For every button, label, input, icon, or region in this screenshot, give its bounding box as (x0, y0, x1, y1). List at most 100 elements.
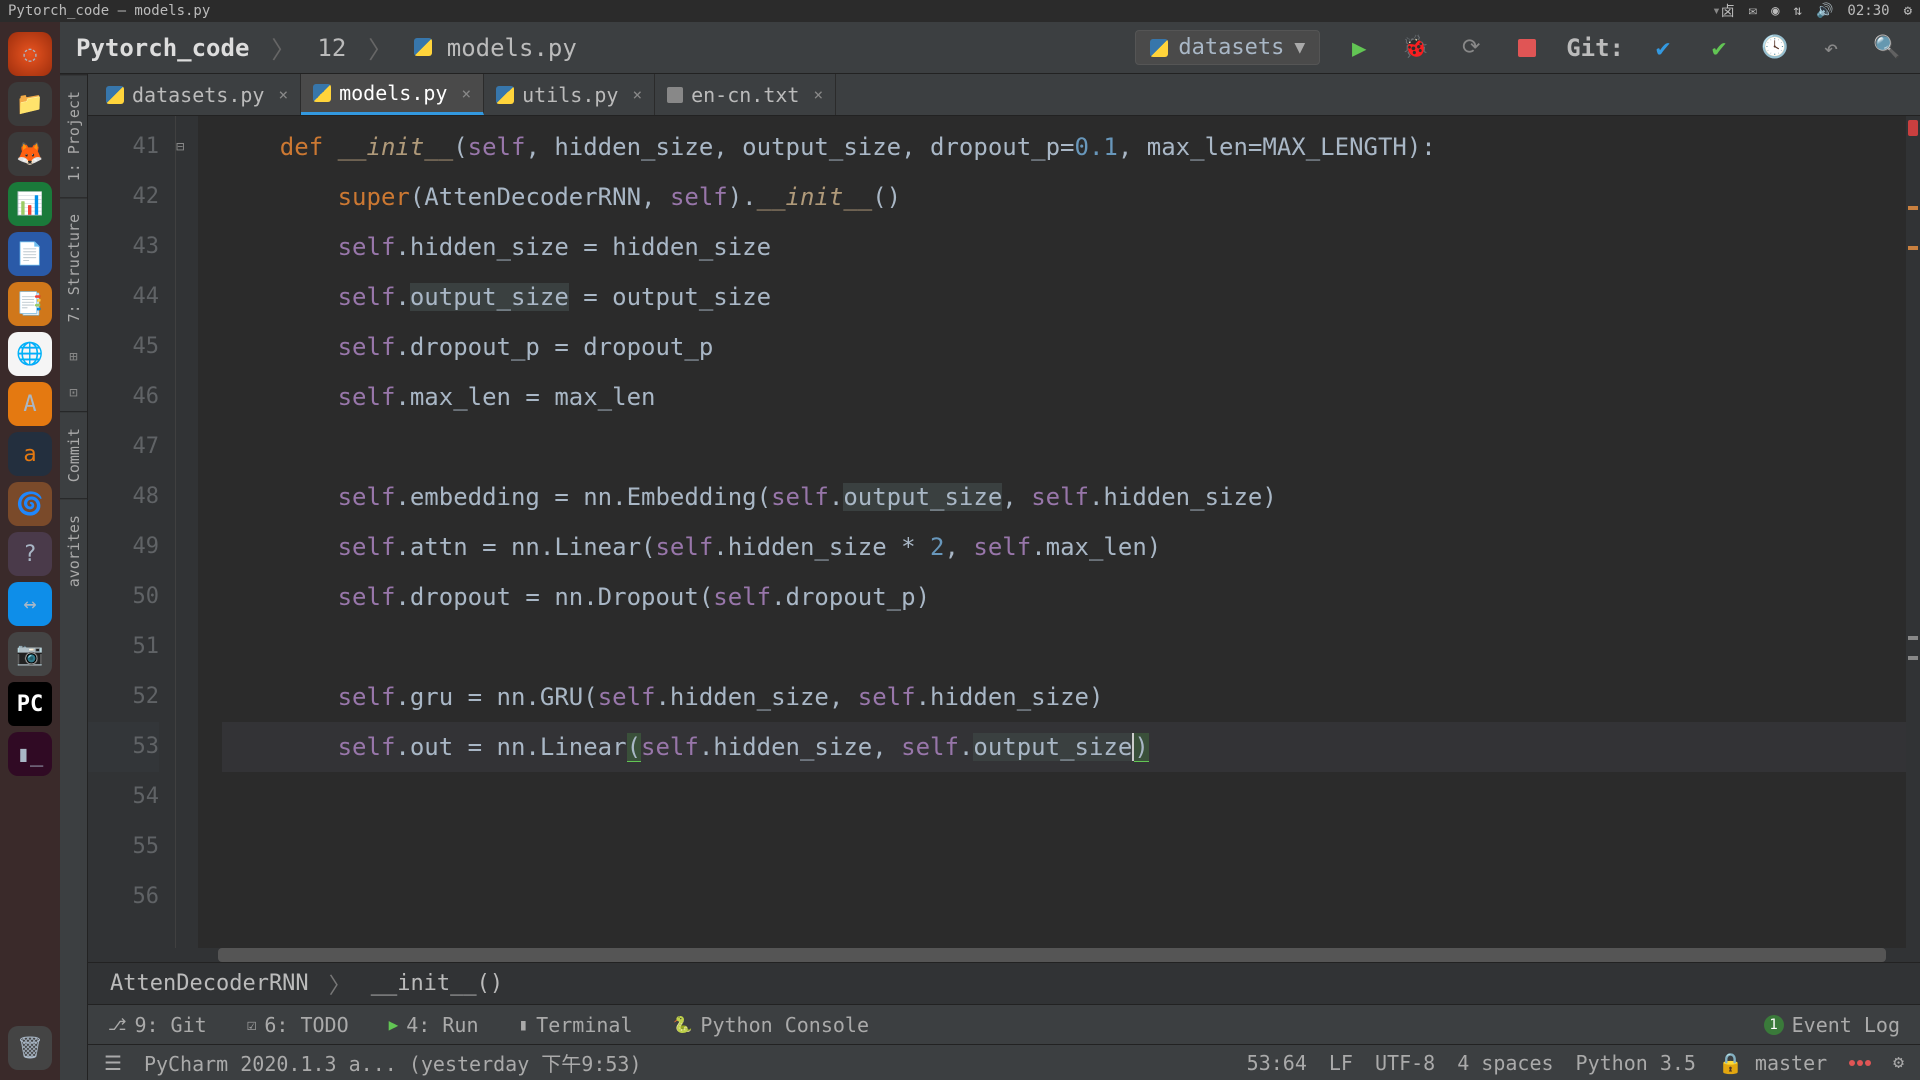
line-gutter[interactable]: 41424344454647484950515253545556 (88, 116, 176, 948)
marker-caret[interactable] (1908, 636, 1918, 640)
dock-teamviewer[interactable]: ↔ (8, 582, 52, 626)
git-branch[interactable]: 🔒 master (1718, 1051, 1827, 1075)
side-tab-project[interactable]: 1: Project (60, 74, 87, 197)
side-tab-icon-2[interactable]: ⊡ (60, 375, 87, 411)
line-number[interactable]: 43 (88, 222, 159, 272)
code-line[interactable]: self.max_len = max_len (222, 372, 1906, 422)
git-rollback-button[interactable]: ↶ (1814, 31, 1848, 65)
code-line[interactable]: self.gru = nn.GRU(self.hidden_size, self… (222, 672, 1906, 722)
close-tab-icon[interactable]: × (278, 85, 288, 104)
input-method-icon[interactable]: 卤 (1721, 1, 1735, 21)
side-tab-favorites[interactable]: avorites (60, 498, 87, 603)
network-icon[interactable]: ◉ (1771, 3, 1779, 19)
tool-python-console[interactable]: 🐍Python Console (672, 1013, 869, 1037)
nav-class[interactable]: AttenDecoderRNN (110, 971, 309, 996)
line-number[interactable]: 54 (88, 772, 159, 822)
file-tab-utils-py[interactable]: utils.py× (484, 74, 655, 115)
interpreter[interactable]: Python 3.5 (1576, 1051, 1696, 1075)
debug-button[interactable]: 🐞 (1398, 31, 1432, 65)
code-line[interactable]: self.out = nn.Linear(self.hidden_size, s… (222, 722, 1906, 772)
dock-writer[interactable]: 📄 (8, 232, 52, 276)
session-icon[interactable]: ⚙ (1904, 3, 1912, 19)
code-line[interactable]: self.hidden_size = hidden_size (222, 222, 1906, 272)
dock-calc[interactable]: 📊 (8, 182, 52, 226)
nav-method[interactable]: __init__() (371, 971, 503, 996)
git-history-button[interactable]: 🕓 (1758, 31, 1792, 65)
breadcrumb-folder[interactable]: 12 (317, 34, 346, 62)
clock[interactable]: 02:30 (1847, 3, 1889, 19)
code-line[interactable]: super(AttenDecoderRNN, self).__init__() (222, 172, 1906, 222)
code-line[interactable]: self.embedding = nn.Embedding(self.outpu… (222, 472, 1906, 522)
side-tab-commit[interactable]: Commit (60, 411, 87, 498)
line-number[interactable]: 56 (88, 872, 159, 922)
line-number[interactable]: 53 (88, 722, 159, 772)
code-editor[interactable]: 41424344454647484950515253545556 ⊟ def _… (88, 116, 1920, 948)
event-log[interactable]: 1Event Log (1764, 1013, 1900, 1037)
code-line[interactable]: self.attn = nn.Linear(self.hidden_size *… (222, 522, 1906, 572)
close-tab-icon[interactable]: × (632, 85, 642, 104)
fold-marker-icon[interactable]: ⊟ (176, 122, 198, 172)
caret-position[interactable]: 53:64 (1247, 1051, 1307, 1075)
code-line[interactable]: self.dropout_p = dropout_p (222, 322, 1906, 372)
line-number[interactable]: 50 (88, 572, 159, 622)
dock-pycharm[interactable]: PC (8, 682, 52, 726)
tool-run[interactable]: ▶4: Run (389, 1013, 479, 1037)
stop-button[interactable] (1510, 31, 1544, 65)
code-line[interactable] (222, 772, 1906, 822)
marker-caret[interactable] (1908, 656, 1918, 660)
indent-settings[interactable]: 4 spaces (1457, 1051, 1553, 1075)
dock-ubuntu-one[interactable]: 🌀 (8, 482, 52, 526)
recording-indicator-icon[interactable] (1849, 1060, 1871, 1066)
file-tab-models-py[interactable]: models.py× (301, 74, 484, 115)
close-tab-icon[interactable]: × (461, 84, 471, 103)
dock-terminal[interactable]: ▮_ (8, 732, 52, 776)
line-number[interactable]: 46 (88, 372, 159, 422)
side-tab-structure[interactable]: 7: Structure (60, 197, 87, 338)
file-tab-datasets-py[interactable]: datasets.py× (94, 74, 301, 115)
tool-git[interactable]: ⎇9: Git (108, 1013, 207, 1037)
marker-warn[interactable] (1908, 206, 1918, 210)
line-number[interactable]: 42 (88, 172, 159, 222)
tool-terminal[interactable]: ▮Terminal (519, 1013, 633, 1037)
marker-warn[interactable] (1908, 246, 1918, 250)
line-number[interactable]: 55 (88, 822, 159, 872)
settings-icon[interactable]: ⚙ (1893, 1052, 1904, 1073)
line-separator[interactable]: LF (1329, 1051, 1353, 1075)
code-line[interactable]: def __init__(self, hidden_size, output_s… (222, 122, 1906, 172)
overview-ruler[interactable] (1906, 116, 1920, 948)
git-commit-button[interactable]: ✔ (1702, 31, 1736, 65)
line-number[interactable]: 41 (88, 122, 159, 172)
file-encoding[interactable]: UTF-8 (1375, 1051, 1435, 1075)
code-line[interactable]: self.output_size = output_size (222, 272, 1906, 322)
dock-trash[interactable]: 🗑 (8, 1026, 52, 1070)
line-number[interactable]: 48 (88, 472, 159, 522)
volume-icon[interactable]: 🔊 (1816, 3, 1833, 19)
code-line[interactable] (222, 622, 1906, 672)
code-area[interactable]: def __init__(self, hidden_size, output_s… (198, 116, 1906, 948)
line-number[interactable]: 51 (88, 622, 159, 672)
breadcrumb-project[interactable]: Pytorch_code (76, 34, 249, 62)
line-number[interactable]: 47 (88, 422, 159, 472)
close-tab-icon[interactable]: × (813, 85, 823, 104)
code-line[interactable] (222, 872, 1906, 922)
error-stripe-icon[interactable] (1908, 120, 1918, 136)
search-everywhere-button[interactable]: 🔍 (1870, 31, 1904, 65)
horizontal-scrollbar[interactable] (198, 948, 1906, 962)
dock-impress[interactable]: 📑 (8, 282, 52, 326)
fold-gutter[interactable]: ⊟ (176, 116, 198, 948)
tool-todo[interactable]: ☑6: TODO (247, 1013, 349, 1037)
side-tab-icon-1[interactable]: ⊞ (60, 339, 87, 375)
status-menu-icon[interactable]: ☰ (104, 1051, 122, 1075)
scrollbar-thumb[interactable] (218, 948, 1886, 962)
git-update-button[interactable]: ✔ (1646, 31, 1680, 65)
coverage-button[interactable]: ⟳ (1454, 31, 1488, 65)
dock-amazon[interactable]: a (8, 432, 52, 476)
dock-chrome[interactable]: 🌐 (8, 332, 52, 376)
dock-files[interactable]: 📁 (8, 82, 52, 126)
code-line[interactable] (222, 822, 1906, 872)
line-number[interactable]: 44 (88, 272, 159, 322)
breadcrumb-file[interactable]: models.py (414, 34, 577, 62)
dock-ubuntu-dash[interactable]: ◌ (8, 32, 52, 76)
code-line[interactable] (222, 422, 1906, 472)
code-line[interactable]: self.dropout = nn.Dropout(self.dropout_p… (222, 572, 1906, 622)
